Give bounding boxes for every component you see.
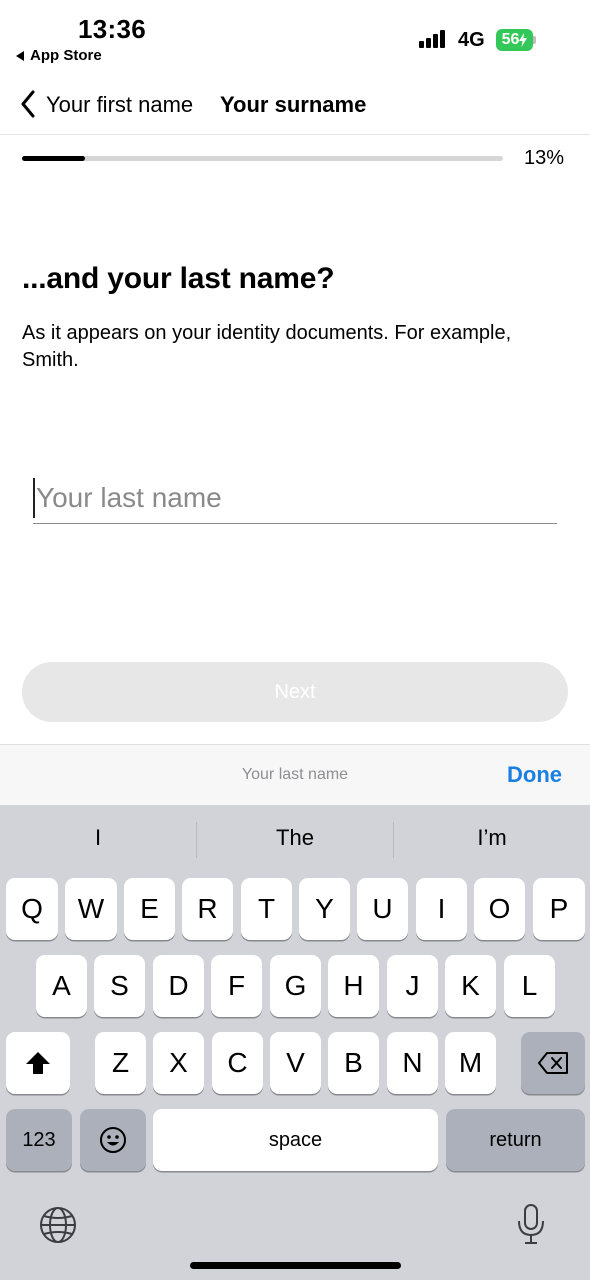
space-key[interactable]: space [153,1109,438,1171]
shift-key[interactable] [6,1032,70,1094]
key-n[interactable]: N [387,1032,438,1094]
emoji-key[interactable] [80,1109,146,1171]
dictation-button[interactable] [516,1203,546,1250]
chevron-left-icon [21,90,35,118]
accessory-field-hint: Your last name [241,766,349,783]
battery-percent: 56 [501,31,520,48]
key-j[interactable]: J [387,955,438,1017]
last-name-field[interactable] [33,474,557,524]
back-button[interactable] [14,86,42,122]
key-y[interactable]: Y [299,878,350,940]
key-e[interactable]: E [124,878,175,940]
backspace-icon [538,1052,568,1074]
keyboard: I The I’m Q W E R T Y U I O P A S D F G … [0,805,590,1280]
text-caret [33,478,35,518]
key-h[interactable]: H [328,955,379,1017]
suggestion-item[interactable]: The [197,825,393,851]
progress-bar [22,156,503,161]
key-i[interactable]: I [416,878,467,940]
progress-percent: 13% [524,147,565,169]
key-t[interactable]: T [241,878,292,940]
return-key[interactable]: return [446,1109,585,1171]
page-description: As it appears on your identity documents… [22,322,512,371]
numbers-key[interactable]: 123 [6,1109,72,1171]
page-title: ...and your last name? [22,262,335,295]
key-l[interactable]: L [504,955,555,1017]
predictive-suggestions: I The I’m [0,805,590,875]
key-k[interactable]: K [445,955,496,1017]
key-c[interactable]: C [212,1032,263,1094]
key-v[interactable]: V [270,1032,321,1094]
progress-bar-fill [22,156,85,161]
key-z[interactable]: Z [95,1032,146,1094]
key-x[interactable]: X [153,1032,204,1094]
keyboard-accessory-bar: Your last name Done [0,744,590,805]
nav-current-step: Your surname [220,92,367,117]
key-s[interactable]: S [94,955,145,1017]
backspace-key[interactable] [521,1032,585,1094]
nav-previous-step[interactable]: Your first name [46,92,193,118]
key-r[interactable]: R [182,878,233,940]
back-app-label: App Store [30,47,102,64]
home-indicator[interactable] [190,1262,401,1269]
key-b[interactable]: B [328,1032,379,1094]
key-p[interactable]: P [533,878,585,940]
key-u[interactable]: U [357,878,408,940]
suggestion-item[interactable]: I [0,825,196,851]
status-time: 13:36 [78,14,146,44]
suggestion-item[interactable]: I’m [394,825,590,851]
globe-icon [40,1207,76,1243]
network-type: 4G [458,29,485,51]
key-q[interactable]: Q [6,878,58,940]
top-navigation: Your first name Your surname [0,80,590,135]
done-button[interactable]: Done [507,762,562,788]
key-d[interactable]: D [153,955,204,1017]
key-m[interactable]: M [445,1032,496,1094]
battery-icon: 56 [496,29,536,51]
back-triangle-icon [16,50,24,61]
last-name-input[interactable] [33,474,557,522]
key-g[interactable]: G [270,955,321,1017]
key-f[interactable]: F [211,955,262,1017]
charging-bolt-icon [519,33,528,47]
next-button[interactable]: Next [22,662,568,722]
key-w[interactable]: W [65,878,117,940]
shift-icon [26,1052,50,1074]
back-to-app-link[interactable]: App Store [16,47,102,64]
battery-level: 56 [496,29,533,51]
key-o[interactable]: O [474,878,525,940]
emoji-icon [100,1127,126,1153]
cellular-signal-icon [419,30,449,48]
key-a[interactable]: A [36,955,87,1017]
microphone-icon [518,1204,544,1244]
globe-button[interactable] [38,1205,78,1250]
status-bar: 13:36 App Store 4G 56 [0,0,590,80]
